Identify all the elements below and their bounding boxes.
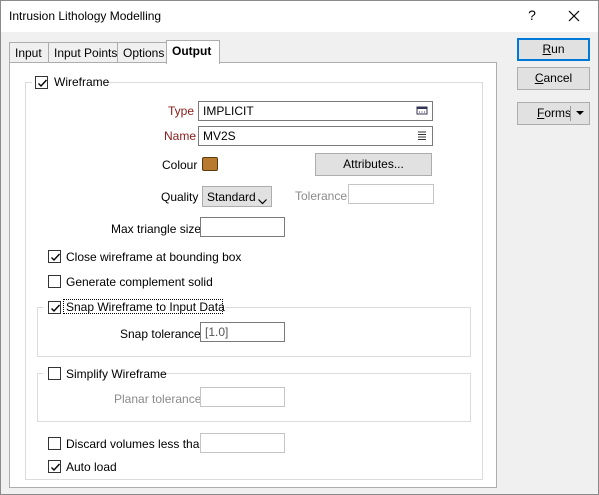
snap-tolerance-field[interactable]: [1.0] — [200, 322, 285, 342]
run-button[interactable]: Run — [517, 38, 590, 61]
output-panel: Wireframe Type IMPLICIT Name MV2S Colour… — [9, 62, 497, 488]
simplify-wireframe-checkbox[interactable] — [48, 367, 61, 380]
cancel-button[interactable]: Cancel — [517, 67, 590, 90]
name-field[interactable]: MV2S — [198, 126, 433, 146]
forms-button[interactable]: Forms — [517, 102, 590, 125]
list-icon[interactable] — [416, 129, 428, 144]
dialog-window: Intrusion Lithology Modelling ? Input In… — [0, 0, 599, 495]
close-wireframe-label: Close wireframe at bounding box — [66, 250, 242, 264]
chevron-down-icon[interactable] — [575, 103, 585, 131]
quality-select[interactable]: Standard — [202, 186, 272, 207]
tab-input[interactable]: Input — [9, 42, 49, 63]
close-icon[interactable] — [563, 5, 585, 27]
forms-divider — [570, 106, 571, 121]
generate-complement-checkbox[interactable] — [48, 275, 61, 288]
generate-complement-label: Generate complement solid — [66, 275, 213, 289]
colour-label: Colour — [162, 158, 198, 172]
discard-volumes-label: Discard volumes less than — [66, 437, 207, 451]
wireframe-label: Wireframe — [54, 75, 110, 89]
attributes-button[interactable]: Attributes... — [315, 153, 432, 176]
close-wireframe-checkbox[interactable] — [48, 250, 61, 263]
snap-wireframe-checkbox[interactable] — [48, 301, 61, 314]
discard-volumes-field[interactable] — [200, 433, 285, 453]
window-title: Intrusion Lithology Modelling — [9, 9, 162, 23]
auto-load-label: Auto load — [66, 460, 117, 474]
help-button[interactable]: ? — [522, 7, 542, 23]
simplify-wireframe-label: Simplify Wireframe — [66, 367, 167, 381]
discard-volumes-checkbox[interactable] — [48, 437, 61, 450]
forms-label: Forms — [537, 106, 572, 120]
planar-tolerance-field — [200, 387, 285, 407]
colour-swatch[interactable] — [202, 157, 218, 171]
tolerance-field — [348, 184, 434, 204]
chevron-down-icon — [258, 194, 267, 208]
quality-label: Quality — [161, 190, 199, 204]
title-bar: Intrusion Lithology Modelling ? — [1, 1, 598, 32]
browse-icon[interactable] — [416, 104, 428, 119]
type-label: Type — [168, 104, 195, 118]
planar-tolerance-label: Planar tolerance — [114, 392, 202, 406]
tab-output[interactable]: Output — [166, 40, 220, 64]
name-label: Name — [164, 129, 197, 143]
max-triangle-size-label: Max triangle size — [111, 222, 202, 236]
snap-wireframe-label: Snap Wireframe to Input Data — [66, 300, 225, 314]
auto-load-checkbox[interactable] — [48, 460, 61, 473]
snap-tolerance-label: Snap tolerance — [120, 327, 201, 341]
tolerance-label: Tolerance — [295, 189, 348, 203]
wireframe-checkbox[interactable] — [35, 76, 48, 89]
type-field[interactable]: IMPLICIT — [198, 101, 433, 121]
max-triangle-size-field[interactable] — [200, 217, 285, 237]
tab-input-points[interactable]: Input Points — [48, 42, 118, 63]
tab-options[interactable]: Options — [117, 42, 167, 63]
